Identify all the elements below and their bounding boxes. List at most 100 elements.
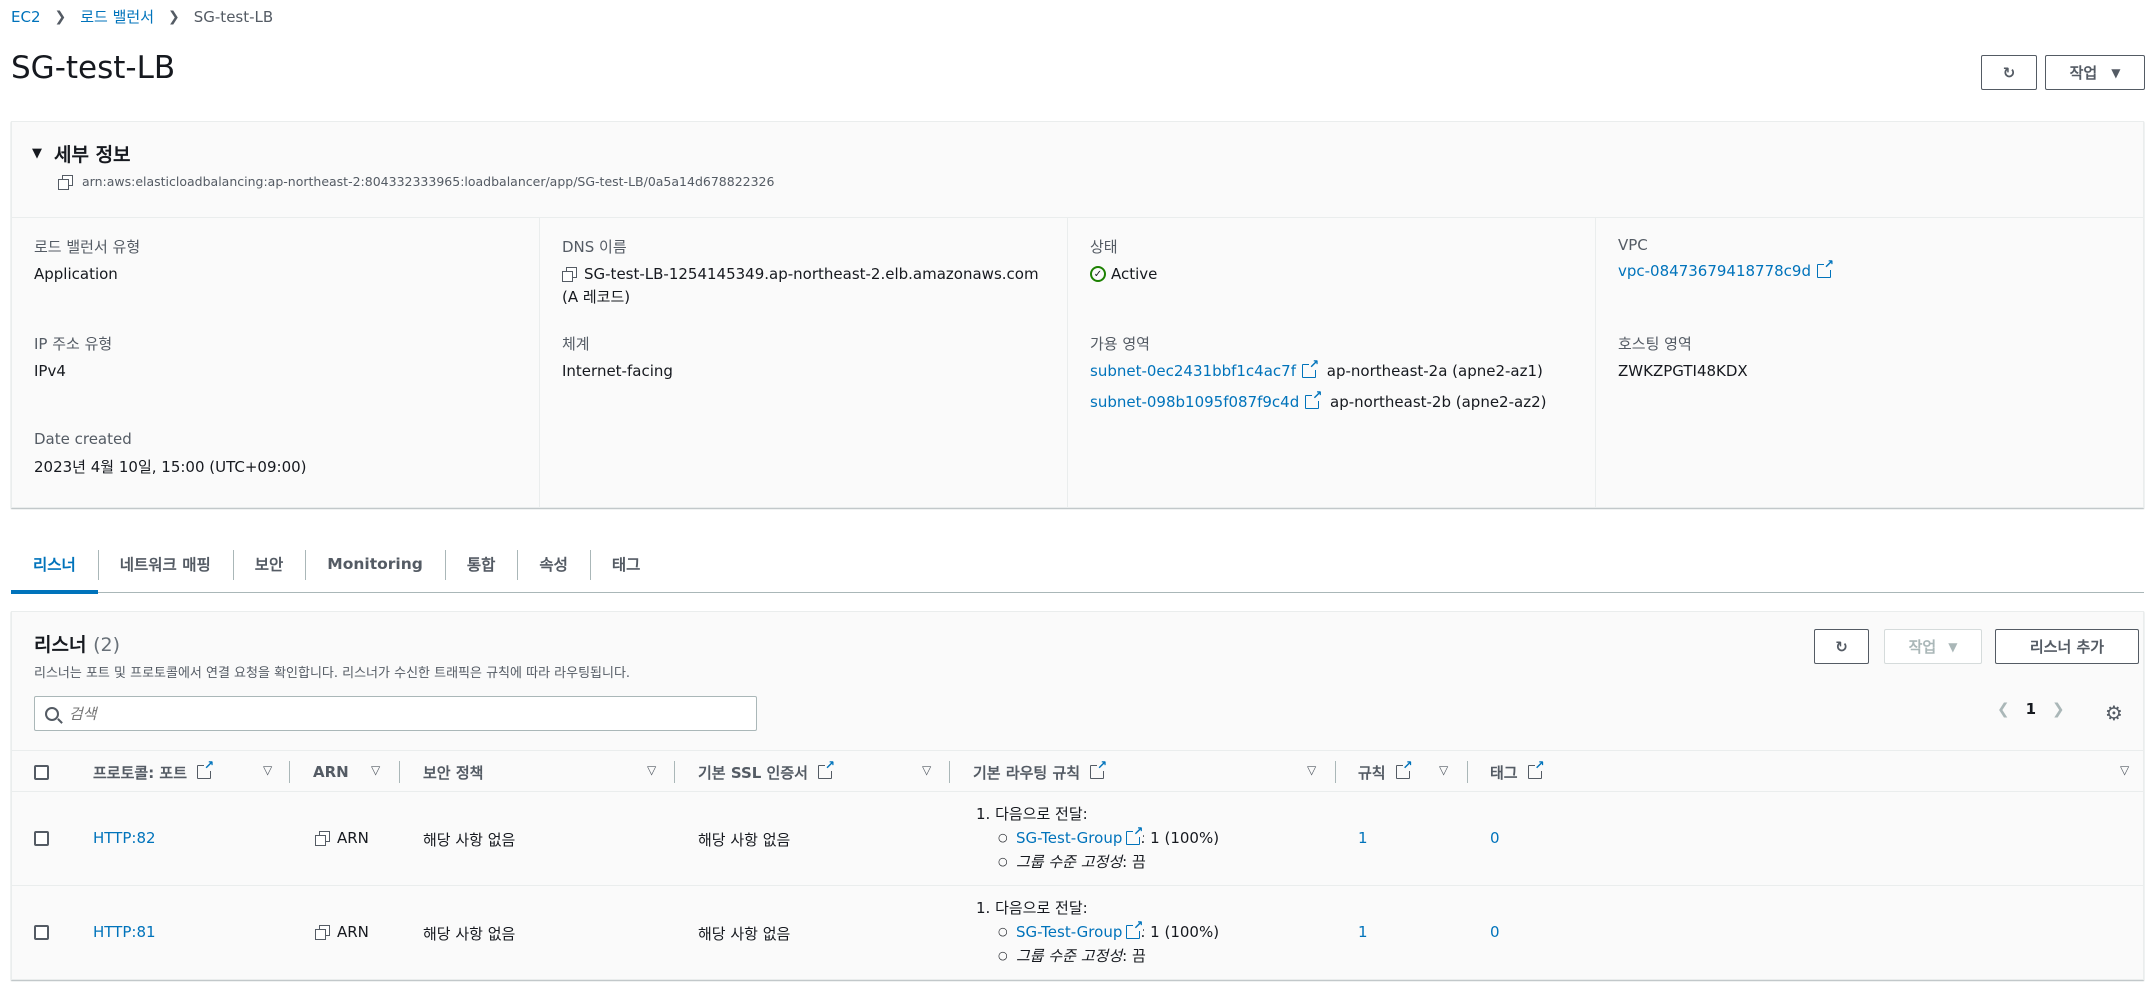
table-row[interactable]: HTTP:81 ARN 해당 사항 없음 해당 사항 없음 1. 다음으로 전달… (12, 886, 2143, 980)
col-rules[interactable]: 규칙 (1358, 751, 1413, 793)
state-status: ✓ Active (1090, 265, 1157, 283)
col-protocol[interactable]: 프로토콜: 포트 (93, 751, 215, 793)
col-ssl-label: 기본 SSL 인증서 (698, 763, 808, 782)
details-toggle[interactable]: ▼ 세부 정보 (32, 140, 131, 167)
listener-link[interactable]: HTTP:81 (93, 923, 156, 941)
caret-down-icon: ▼ (2111, 65, 2121, 80)
ip-type-label: IP 주소 유형 (34, 335, 113, 353)
target-group-link[interactable]: SG-Test-Group (1016, 829, 1122, 847)
copy-icon[interactable] (562, 267, 577, 282)
tab-listeners[interactable]: 리스너 (11, 536, 98, 594)
copy-icon (315, 925, 330, 940)
sort-icon[interactable]: ▽ (1307, 763, 1316, 777)
routing-target: SG-Test-Group : 1 (100%) (976, 825, 1220, 850)
external-link-icon (1527, 759, 1545, 779)
gear-icon[interactable]: ⚙ (2105, 701, 2123, 725)
external-link-icon (1126, 825, 1144, 845)
listener-actions-label: 작업 (1908, 638, 1937, 656)
select-all-checkbox[interactable] (34, 764, 49, 780)
tab-bar: 리스너 네트워크 매핑 보안 Monitoring 통합 속성 태그 (11, 536, 2144, 594)
tab-security[interactable]: 보안 (232, 536, 306, 593)
stickiness: 그룹 수준 고정성: 끔 (976, 850, 1219, 874)
arn-text: ARN (337, 829, 369, 847)
listener-actions-button[interactable]: 작업 ▼ (1884, 629, 1982, 664)
col-protocol-label: 프로토콜: 포트 (93, 763, 188, 782)
sort-icon[interactable]: ▽ (1439, 763, 1448, 777)
sort-icon[interactable]: ▽ (263, 763, 272, 777)
subnet-link[interactable]: subnet-098b1095f087f9c4d (1090, 393, 1299, 411)
dns-name-label: DNS 이름 (562, 238, 627, 256)
details-title: 세부 정보 (54, 144, 131, 166)
rules-count-link[interactable]: 1 (1358, 829, 1368, 847)
tab-monitoring[interactable]: Monitoring (305, 536, 445, 593)
az-zone: ap-northeast-2b (apne2-az2) (1330, 393, 1547, 411)
routing-rule: 1. 다음으로 전달: SG-Test-Group: 1 (100%) 그룹 수… (976, 896, 1219, 968)
actions-dropdown-button[interactable]: 작업 ▼ (2045, 55, 2145, 90)
actions-label: 작업 (2069, 64, 2098, 82)
listeners-count: (2) (93, 634, 120, 656)
caret-down-icon: ▼ (32, 146, 42, 161)
current-page[interactable]: 1 (2026, 700, 2036, 718)
sort-icon[interactable]: ▽ (2120, 763, 2129, 777)
col-routing[interactable]: 기본 라우팅 규칙 (973, 751, 1108, 793)
stickiness-value: : 끔 (1122, 853, 1146, 871)
copy-icon (315, 831, 330, 846)
arn-copy[interactable]: ARN (315, 923, 369, 941)
ssl-value: 해당 사항 없음 (698, 831, 791, 849)
check-circle-icon: ✓ (1090, 266, 1106, 282)
target-group-link[interactable]: SG-Test-Group (1016, 923, 1122, 941)
ip-type-value: IPv4 (34, 362, 66, 380)
col-ssl[interactable]: 기본 SSL 인증서 (698, 751, 835, 793)
target-weight: : 1 (100%) (1140, 829, 1220, 847)
breadcrumb-load-balancers[interactable]: 로드 밸런서 (80, 6, 154, 27)
breadcrumb-ec2[interactable]: EC2 (11, 8, 41, 26)
ssl-value: 해당 사항 없음 (698, 925, 791, 943)
col-security-policy[interactable]: 보안 정책 (423, 751, 483, 793)
external-link-icon (1126, 919, 1144, 939)
sort-icon[interactable]: ▽ (371, 763, 380, 777)
lb-type-label: 로드 밸런서 유형 (34, 238, 141, 256)
sort-icon[interactable]: ▽ (647, 763, 656, 777)
col-tags[interactable]: 태그 (1490, 751, 1545, 793)
next-page-icon[interactable]: ❯ (2052, 700, 2065, 718)
external-link-icon (817, 759, 835, 779)
date-created-label: Date created (34, 430, 132, 448)
tags-count-link[interactable]: 0 (1490, 829, 1500, 847)
vpc-link[interactable]: vpc-08473679418778c9d (1618, 262, 1811, 280)
breadcrumb: EC2 ❯ 로드 밸런서 ❯ SG-test-LB (11, 6, 273, 27)
subnet-link[interactable]: subnet-0ec2431bbf1c4ac7f (1090, 362, 1296, 380)
stickiness: 그룹 수준 고정성: 끔 (976, 944, 1219, 968)
arn-text: ARN (337, 923, 369, 941)
sort-icon[interactable]: ▽ (922, 763, 931, 777)
refresh-button[interactable]: ↻ (1981, 55, 2037, 90)
routing-rule-head: 1. 다음으로 전달: (976, 899, 1088, 917)
prev-page-icon[interactable]: ❮ (1997, 700, 2010, 718)
vpc-label: VPC (1618, 236, 1648, 254)
table-row[interactable]: HTTP:82 ARN 해당 사항 없음 해당 사항 없음 1. 다음으로 전달… (12, 792, 2143, 886)
add-listener-button[interactable]: 리스너 추가 (1995, 629, 2139, 664)
details-header: ▼ 세부 정보 arn:aws:elasticloadbalancing:ap-… (12, 122, 2143, 218)
dns-name-value: SG-test-LB-1254145349.ap-northeast-2.elb… (584, 265, 1039, 283)
lb-arn: arn:aws:elasticloadbalancing:ap-northeas… (58, 174, 774, 190)
tab-attributes[interactable]: 속성 (517, 536, 590, 593)
listener-link[interactable]: HTTP:82 (93, 829, 156, 847)
details-column-4: VPC vpc-08473679418778c9d 호스팅 영역 ZWKZPGT… (1595, 218, 2143, 508)
tab-network-mapping[interactable]: 네트워크 매핑 (97, 536, 233, 593)
external-link-icon (1305, 389, 1323, 409)
col-arn[interactable]: ARN (313, 751, 349, 793)
col-rules-label: 규칙 (1358, 763, 1386, 782)
table-header: 프로토콜: 포트 ▽ ARN ▽ 보안 정책 ▽ 기본 SSL 인증서 ▽ 기본… (12, 750, 2143, 792)
breadcrumb-current: SG-test-LB (193, 7, 274, 26)
tab-integrations[interactable]: 통합 (444, 536, 518, 593)
listeners-description: 리스너는 포트 및 프로토콜에서 연결 요청을 확인합니다. 리스너가 수신한 … (34, 666, 631, 681)
copy-icon[interactable] (58, 174, 73, 190)
date-created-value: 2023년 4월 10일, 15:00 (UTC+09:00) (34, 458, 307, 476)
rules-count-link[interactable]: 1 (1358, 923, 1368, 941)
arn-copy[interactable]: ARN (315, 829, 369, 847)
row-checkbox[interactable] (34, 831, 49, 846)
search-input[interactable] (69, 704, 669, 723)
tab-tags[interactable]: 태그 (589, 536, 663, 593)
refresh-listeners-button[interactable]: ↻ (1814, 629, 1869, 664)
tags-count-link[interactable]: 0 (1490, 923, 1500, 941)
row-checkbox[interactable] (34, 925, 49, 940)
